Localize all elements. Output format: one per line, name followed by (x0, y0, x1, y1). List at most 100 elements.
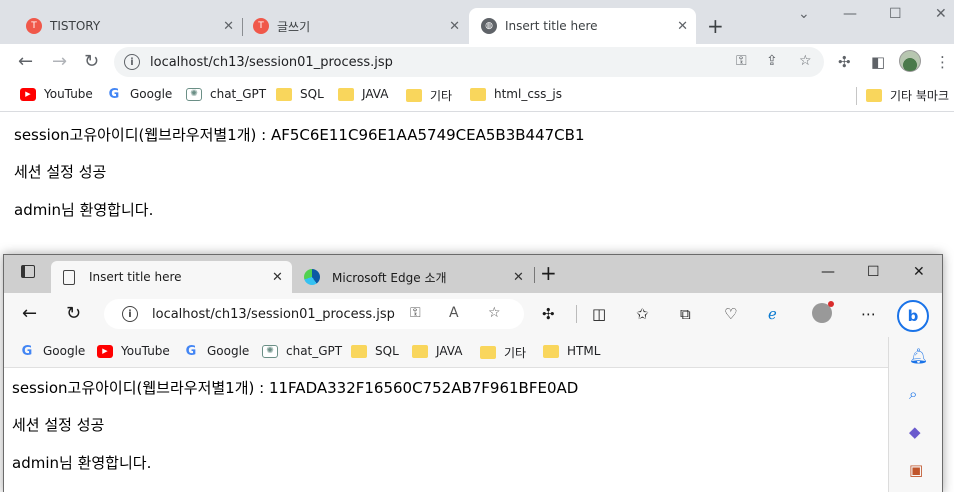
bookmark-google-2[interactable]: G Google (183, 343, 250, 359)
collections-icon[interactable]: ⧉ (680, 305, 691, 323)
reload-icon[interactable]: ↻ (66, 303, 81, 324)
read-aloud-icon[interactable]: A (449, 305, 459, 321)
key-icon[interactable]: ⚿ (410, 305, 421, 321)
edge-window: Insert title here ✕ Microsoft Edge 소개 ✕ … (3, 254, 943, 492)
bookmark-label: html_css_js (494, 87, 563, 101)
bookmark-etc[interactable]: 기타 (406, 87, 452, 104)
close-icon[interactable]: ✕ (449, 19, 460, 34)
maximize-icon[interactable]: ☐ (889, 6, 902, 22)
chrome-tab-strip: T TISTORY ✕ T 글쓰기 ✕ ◍ Insert title here … (0, 0, 954, 44)
folder-icon (412, 344, 428, 358)
sidepanel-icon[interactable]: ◧ (871, 53, 885, 71)
bookmark-java[interactable]: JAVA (412, 344, 462, 358)
star-icon[interactable]: ☆ (488, 305, 501, 321)
bookmark-youtube[interactable]: ▶ YouTube (97, 344, 170, 358)
reload-icon[interactable]: ↻ (84, 51, 99, 72)
close-icon[interactable]: ✕ (677, 19, 688, 34)
bing-copilot-icon[interactable]: b (897, 300, 929, 332)
bookmark-html[interactable]: HTML (543, 344, 600, 358)
star-icon[interactable]: ☆ (799, 53, 812, 69)
tag-icon[interactable]: ◆ (909, 423, 921, 441)
bookmarks-bar: G Google ▶ YouTube G Google ✺ chat_GPT S… (4, 337, 890, 367)
close-window-icon[interactable]: ✕ (935, 6, 947, 22)
toolbar-divider (576, 305, 577, 323)
favorites-icon[interactable]: ✩ (636, 305, 649, 323)
back-icon[interactable]: ← (18, 51, 33, 72)
tistory-icon: T (26, 18, 42, 34)
bookmark-label: HTML (567, 344, 601, 358)
tab-tistory[interactable]: T TISTORY ✕ (14, 8, 243, 44)
key-icon[interactable]: ⚿ (736, 53, 747, 69)
address-bar[interactable]: i localhost/ch13/session01_process.jsp ⚿… (114, 47, 824, 77)
folder-icon (351, 344, 367, 358)
document-icon (63, 269, 75, 285)
site-info-icon[interactable]: i (122, 306, 138, 322)
bookmark-label: Google (43, 344, 86, 358)
avatar[interactable] (812, 301, 834, 323)
tab-write[interactable]: T 글쓰기 ✕ (243, 8, 468, 44)
tab-actions-icon[interactable] (21, 265, 35, 278)
folder-icon (276, 87, 292, 101)
bookmark-label: YouTube (121, 344, 170, 358)
youtube-icon: ▶ (20, 87, 36, 101)
minimize-icon[interactable]: — (821, 264, 835, 280)
edge-drop-icon[interactable]: ℯ (768, 305, 777, 323)
url-text[interactable]: localhost/ch13/session01_process.jsp (150, 55, 393, 70)
extensions-icon[interactable]: ✣ (838, 53, 851, 71)
bookmark-sql[interactable]: SQL (276, 87, 324, 101)
bookmark-youtube[interactable]: ▶ YouTube (20, 87, 93, 101)
google-icon: G (108, 86, 120, 102)
search-icon[interactable]: ⌕ (909, 385, 917, 403)
google-icon: G (185, 343, 197, 359)
avatar[interactable] (899, 50, 921, 72)
google-icon: G (21, 343, 33, 359)
folder-icon (406, 89, 422, 102)
bookmark-divider (856, 87, 857, 105)
toolbox-icon[interactable]: ▣ (909, 461, 923, 479)
folder-icon (470, 87, 486, 101)
split-screen-icon[interactable]: ◫ (592, 305, 606, 323)
folder-icon (480, 346, 496, 359)
bookmark-chatgpt[interactable]: ✺ chat_GPT (186, 87, 266, 101)
close-icon[interactable]: ✕ (513, 270, 524, 285)
site-info-icon[interactable]: i (124, 54, 140, 70)
new-tab-icon[interactable]: + (707, 14, 724, 38)
extensions-icon[interactable]: ✣ (542, 305, 555, 323)
bookmark-html-css-js[interactable]: html_css_js (470, 87, 562, 101)
maximize-icon[interactable]: ☐ (867, 264, 880, 280)
minimize-icon[interactable]: — (843, 6, 857, 22)
bookmark-google[interactable]: G Google (19, 343, 86, 359)
address-bar[interactable]: i localhost/ch13/session01_process.jsp ⚿… (104, 299, 524, 329)
menu-icon[interactable]: ⋮ (935, 53, 950, 71)
menu-icon[interactable]: ⋯ (861, 305, 876, 323)
folder-icon (866, 89, 882, 102)
bookmark-label: 기타 (504, 346, 527, 360)
bookmark-label: SQL (300, 87, 324, 101)
forward-icon[interactable]: → (52, 51, 67, 72)
tab-label: Insert title here (89, 270, 182, 284)
session-status-text: 세션 설정 성공 (14, 163, 107, 181)
back-icon[interactable]: ← (22, 303, 37, 324)
close-window-icon[interactable]: ✕ (913, 264, 925, 280)
close-icon[interactable]: ✕ (223, 19, 234, 34)
chatgpt-icon: ✺ (186, 87, 202, 101)
bell-icon[interactable]: 🔔︎ (909, 347, 928, 365)
chevron-down-icon[interactable]: ⌄ (798, 6, 810, 22)
bookmark-sql[interactable]: SQL (351, 344, 399, 358)
edge-tab-insert-title[interactable]: Insert title here ✕ (51, 261, 292, 293)
close-icon[interactable]: ✕ (272, 270, 283, 285)
bookmark-other[interactable]: 기타 북마크 (866, 87, 949, 104)
session-status-text: 세션 설정 성공 (12, 416, 105, 434)
new-tab-icon[interactable]: + (540, 261, 557, 285)
chrome-toolbar: ← → ↻ i localhost/ch13/session01_process… (0, 44, 954, 80)
browser-essentials-icon[interactable]: ♡ (724, 305, 737, 323)
tab-insert-title[interactable]: ◍ Insert title here ✕ (469, 8, 696, 44)
share-icon[interactable]: ⇪ (766, 53, 778, 69)
bookmark-etc[interactable]: 기타 (480, 344, 526, 361)
bookmark-chatgpt[interactable]: ✺ chat_GPT (262, 344, 342, 358)
bookmark-java[interactable]: JAVA (338, 87, 388, 101)
edge-tab-edge-intro[interactable]: Microsoft Edge 소개 ✕ (300, 261, 525, 293)
tab-label: Microsoft Edge 소개 (332, 270, 447, 285)
bookmark-google[interactable]: G Google (106, 86, 173, 102)
url-text[interactable]: localhost/ch13/session01_process.jsp (152, 307, 395, 322)
